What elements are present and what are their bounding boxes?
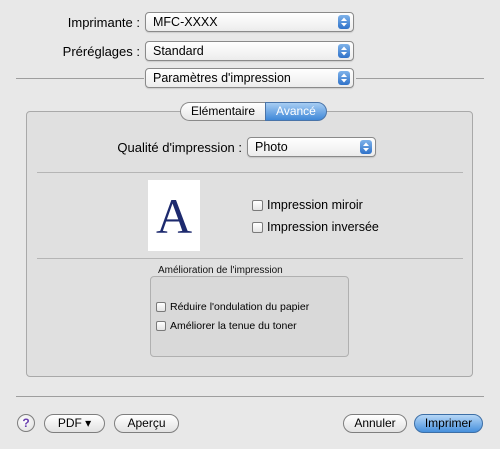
- checkbox-box[interactable]: [156, 302, 166, 312]
- quality-value: Photo: [255, 140, 288, 154]
- section-popup[interactable]: Paramètres d'impression: [145, 68, 354, 88]
- tab-bar: Elémentaire Avancé: [180, 102, 327, 121]
- reduce-curl-label: Réduire l'ondulation du papier: [170, 301, 310, 313]
- mirror-label: Impression miroir: [267, 198, 363, 212]
- popup-arrows-icon: [338, 15, 350, 29]
- popup-arrows-icon: [338, 44, 350, 58]
- toner-fixing-checkbox[interactable]: Améliorer la tenue du toner: [156, 320, 297, 332]
- reduce-curl-checkbox[interactable]: Réduire l'ondulation du papier: [156, 301, 309, 313]
- improvement-group: [150, 276, 349, 357]
- separator-right: [356, 78, 484, 79]
- mirror-checkbox[interactable]: Impression miroir: [252, 198, 363, 212]
- printer-label: Imprimante :: [67, 15, 140, 30]
- reverse-checkbox[interactable]: Impression inversée: [252, 220, 379, 234]
- printer-value: MFC-XXXX: [153, 15, 218, 29]
- presets-value: Standard: [153, 44, 204, 58]
- checkbox-box[interactable]: [252, 199, 263, 211]
- print-preview: A: [148, 180, 200, 251]
- print-button[interactable]: Imprimer: [414, 414, 483, 433]
- preview-button[interactable]: Aperçu: [114, 414, 179, 433]
- cancel-button[interactable]: Annuler: [343, 414, 407, 433]
- help-button[interactable]: ?: [17, 414, 35, 432]
- presets-popup[interactable]: Standard: [145, 41, 354, 61]
- quality-label: Qualité d'impression :: [117, 140, 242, 155]
- tab-elementaire[interactable]: Elémentaire: [180, 102, 266, 121]
- popup-arrows-icon: [338, 71, 350, 85]
- toner-fixing-label: Améliorer la tenue du toner: [170, 320, 297, 332]
- checkbox-box[interactable]: [252, 221, 263, 233]
- checkbox-box[interactable]: [156, 321, 166, 331]
- presets-label: Préréglages :: [62, 44, 140, 59]
- section-value: Paramètres d'impression: [153, 71, 291, 85]
- pdf-button[interactable]: PDF ▾: [44, 414, 105, 433]
- reverse-label: Impression inversée: [267, 220, 379, 234]
- tab-avance[interactable]: Avancé: [265, 102, 327, 121]
- preview-letter: A: [155, 188, 193, 244]
- panel-divider-2: [37, 258, 463, 259]
- panel-divider-1: [37, 172, 463, 173]
- printer-popup[interactable]: MFC-XXXX: [145, 12, 354, 32]
- separator-left: [16, 78, 144, 79]
- improvement-title: Amélioration de l'impression: [158, 265, 283, 276]
- popup-arrows-icon: [360, 140, 372, 154]
- footer-separator: [16, 396, 484, 397]
- quality-popup[interactable]: Photo: [247, 137, 376, 157]
